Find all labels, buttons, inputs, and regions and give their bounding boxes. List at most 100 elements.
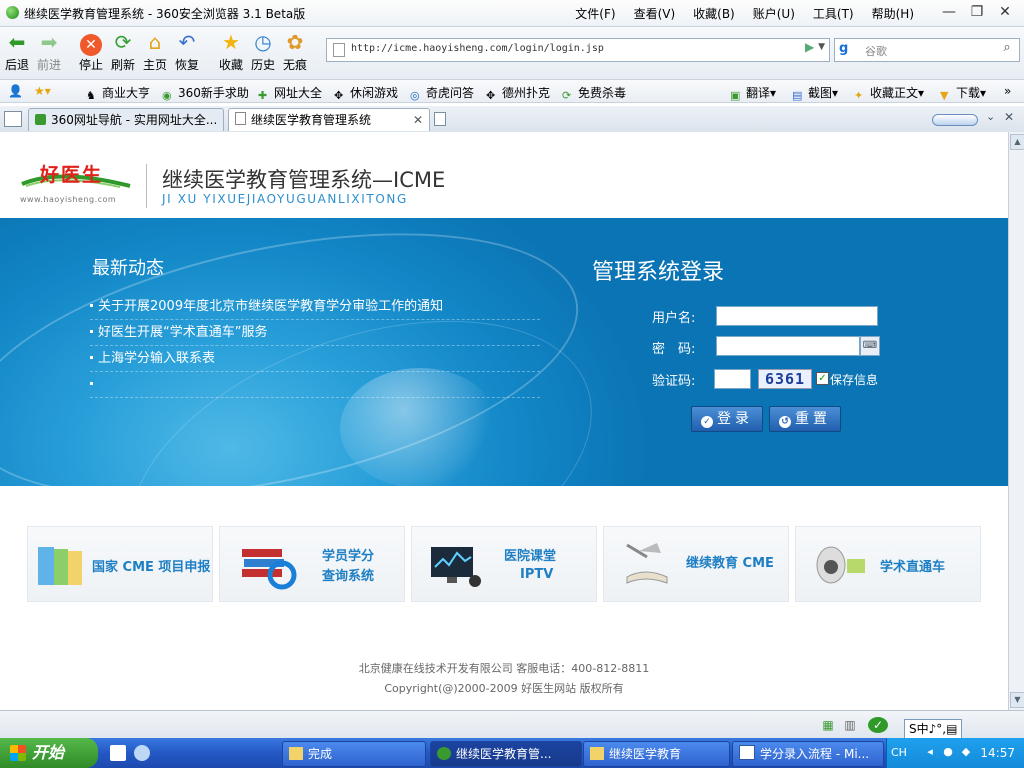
browser-logo-icon: [6, 6, 19, 19]
scroll-down-icon[interactable]: ▼: [1010, 692, 1024, 708]
captcha-input[interactable]: [714, 369, 751, 389]
system-title: 继续医学教育管理系统—ICME: [162, 168, 446, 192]
task-done[interactable]: 完成: [282, 741, 426, 767]
forward-button[interactable]: ➡ 前进: [32, 30, 66, 73]
quicklaunch-icon[interactable]: [110, 745, 126, 761]
restore-button[interactable]: ↶ 恢复: [170, 30, 204, 73]
news-item[interactable]: 上海学分输入联系表: [90, 346, 540, 372]
security-check-icon[interactable]: ✓: [868, 717, 888, 733]
soft-keyboard-icon[interactable]: ⌨: [860, 336, 880, 356]
maximize-button[interactable]: ❐: [968, 4, 986, 20]
favorites-bar: 👤 ★▾ ♞ 商业大亨 ◉ 360新手求助 ✚ 网址大全 ✥ 休闲游戏 ◎ 奇虎问答 ✥ 德…: [0, 80, 1024, 103]
go-icon[interactable]: ▶: [805, 40, 814, 54]
quicklaunch-ie-icon[interactable]: [134, 745, 150, 761]
more-chevron-icon[interactable]: »: [1004, 84, 1011, 98]
quicklink-academic-express[interactable]: 学术直通车: [795, 526, 981, 602]
password-input[interactable]: [716, 336, 860, 356]
scroll-up-icon[interactable]: ▲: [1010, 134, 1024, 150]
logo-url: www.haoyisheng.com: [20, 195, 117, 204]
quicklink-continuing-education[interactable]: 继续教育 CME: [603, 526, 789, 602]
menu-view[interactable]: 查看(V): [634, 5, 676, 22]
quicklink-credit-query[interactable]: 学员学分 查询系统: [219, 526, 405, 602]
task-word-doc[interactable]: 学分录入流程 - Mi...: [732, 741, 884, 767]
system-tray: CH ◂ ● ◆ 14:57: [886, 738, 1024, 768]
fav-item-poker[interactable]: ✥ 德州扑克: [486, 84, 550, 102]
reset-icon: ↺: [779, 416, 791, 428]
quicklink-iptv[interactable]: 医院课堂 IPTV: [411, 526, 597, 602]
add-favorite-icon[interactable]: ★▾: [34, 84, 51, 98]
download-button[interactable]: ▼ 下载▾: [940, 84, 986, 102]
vertical-scrollbar[interactable]: ▲ ▼: [1008, 132, 1024, 710]
home-button[interactable]: ⌂ 主页: [138, 30, 172, 73]
browser-toolbar: ⬅ 后退 ➡ 前进 ✕ 停止 ⟳ 刷新 ⌂ 主页 ↶ 恢复 ★ 收藏 ◷ 历史 …: [0, 27, 1024, 80]
address-dropdown-icon[interactable]: ▼: [818, 42, 825, 52]
menu-file[interactable]: 文件(F): [575, 5, 615, 22]
tray-shield-icon[interactable]: ◆: [959, 745, 973, 759]
header-divider: [146, 164, 147, 208]
folder-icon: [289, 747, 303, 760]
language-indicator[interactable]: CH: [891, 746, 907, 759]
back-arrow-icon: ⬅: [8, 30, 26, 54]
fav-item-360-help[interactable]: ◉ 360新手求助: [162, 84, 249, 102]
google-icon[interactable]: g: [839, 42, 853, 56]
fav-item-business[interactable]: ♞ 商业大亨: [86, 84, 150, 102]
close-all-icon[interactable]: ✕: [1004, 110, 1014, 124]
fav-item-qa[interactable]: ◎ 奇虎问答: [410, 84, 474, 102]
address-bar[interactable]: http://icme.haoyisheng.com/login/login.j…: [326, 38, 830, 62]
history-button[interactable]: ◷ 历史: [246, 30, 280, 73]
fav-item-games[interactable]: ✥ 休闲游戏: [334, 84, 398, 102]
tab-360-nav[interactable]: 360网址导航 - 实用网址大全...: [28, 108, 224, 131]
qq-icon[interactable]: ●: [941, 745, 955, 759]
url-text[interactable]: http://icme.haoyisheng.com/login/login.j…: [351, 43, 604, 54]
login-button[interactable]: ✓ 登录: [691, 406, 763, 432]
screenshot-button[interactable]: ▤ 截图▾: [792, 84, 838, 102]
incognito-button[interactable]: ✿ 无痕: [278, 30, 312, 73]
menu-tools[interactable]: 工具(T): [813, 5, 854, 22]
quicklink-cme-project[interactable]: 国家 CME 项目申报: [27, 526, 213, 602]
word-doc-icon: [739, 745, 755, 760]
zoom-icon[interactable]: ▥: [842, 717, 858, 733]
translate-button[interactable]: ▣ 翻译▾: [730, 84, 776, 102]
bookmark-icon: ◉: [162, 89, 172, 102]
webcam-icon: [816, 546, 865, 584]
start-button[interactable]: 开始: [0, 738, 98, 768]
back-button[interactable]: ⬅ 后退: [0, 30, 34, 73]
captcha-image[interactable]: 6361: [758, 369, 812, 389]
menu-account[interactable]: 账户(U): [753, 5, 795, 22]
tab-list-icon[interactable]: [4, 111, 22, 127]
reset-button[interactable]: ↺ 重置: [769, 406, 841, 432]
news-item[interactable]: 关于开展2009年度北京市继续医学教育学分审验工作的通知: [90, 294, 540, 320]
tab-page-icon: [235, 112, 246, 125]
fav-item-antivirus[interactable]: ⟳ 免费杀毒: [562, 84, 626, 102]
tray-arrow-icon[interactable]: ◂: [923, 745, 937, 759]
refresh-button[interactable]: ⟳ 刷新: [106, 30, 140, 73]
task-folder[interactable]: 继续医学教育: [583, 741, 730, 767]
close-tab-icon[interactable]: ✕: [413, 109, 423, 131]
chevron-down-icon[interactable]: ⌄: [986, 110, 995, 123]
close-window-button[interactable]: ✕: [996, 4, 1014, 20]
window-title: 继续医学教育管理系统 - 360安全浏览器 3.1 Beta版: [24, 7, 306, 21]
ime-toolbar[interactable]: S中♪°,▤: [904, 719, 963, 739]
minimize-button[interactable]: —: [940, 4, 958, 20]
remember-label[interactable]: 保存信息: [830, 371, 878, 388]
search-box[interactable]: g 谷歌 ⌕: [834, 38, 1020, 62]
menu-help[interactable]: 帮助(H): [872, 5, 914, 22]
network-icon[interactable]: ▦: [820, 717, 836, 733]
paw-icon: ✿: [286, 30, 304, 54]
username-input[interactable]: [716, 306, 878, 326]
save-text-button[interactable]: ✦ 收藏正文▾: [854, 84, 924, 102]
fav-item-directory[interactable]: ✚ 网址大全: [258, 84, 322, 102]
user-icon[interactable]: 👤: [8, 84, 23, 98]
remember-checkbox[interactable]: ✓: [816, 372, 829, 385]
tab-icme[interactable]: 继续医学教育管理系统 ✕: [228, 108, 430, 131]
stop-button[interactable]: ✕ 停止: [74, 30, 108, 73]
site-logo[interactable]: 好医生: [40, 160, 103, 187]
task-browser[interactable]: 继续医学教育管...: [430, 741, 582, 767]
favorites-button[interactable]: ★ 收藏: [214, 30, 248, 73]
search-icon[interactable]: ⌕: [998, 40, 1016, 58]
new-tab-icon[interactable]: [434, 112, 446, 126]
menu-favorites[interactable]: 收藏(B): [693, 5, 735, 22]
news-item[interactable]: [90, 372, 540, 398]
tab-slider[interactable]: [932, 114, 978, 126]
news-item[interactable]: 好医生开展“学术直通车”服务: [90, 320, 540, 346]
